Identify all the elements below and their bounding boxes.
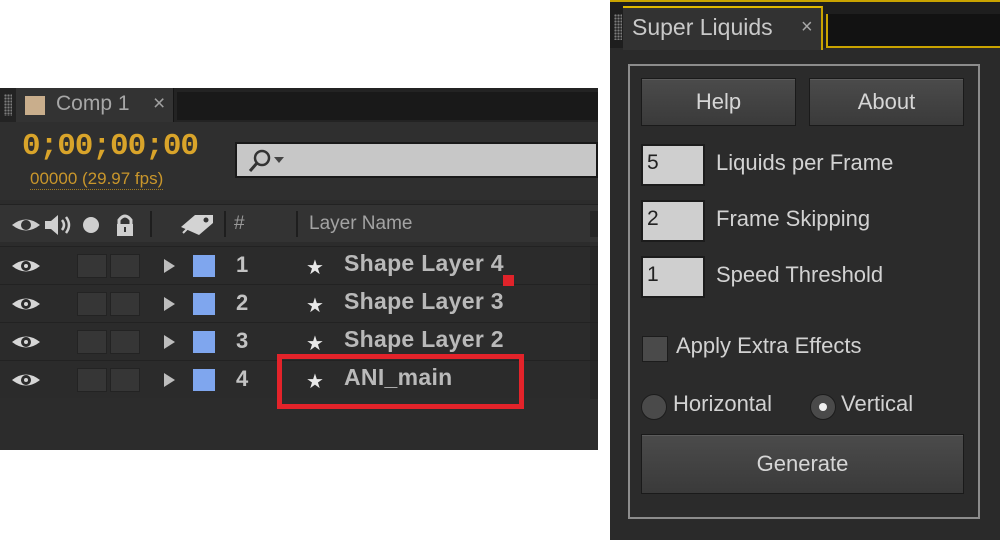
shape-layer-star-icon: ★ <box>306 257 324 279</box>
liquids-per-frame-field[interactable]: 5 <box>641 144 705 186</box>
column-header-layer-name[interactable]: Layer Name <box>309 213 413 235</box>
layer-name[interactable]: Shape Layer 4 <box>344 250 504 277</box>
layer-label-color[interactable] <box>193 369 215 391</box>
timeline-tab-bar: Comp 1 × <box>0 88 598 122</box>
tab-super-liquids[interactable]: Super Liquids × <box>623 6 823 50</box>
layer-name[interactable]: Shape Layer 2 <box>344 326 504 353</box>
search-icon[interactable] <box>247 148 287 174</box>
generate-button[interactable]: Generate <box>641 434 964 494</box>
layer-number: 1 <box>236 252 249 277</box>
help-button[interactable]: Help <box>641 78 796 126</box>
layer-label-color[interactable] <box>193 255 215 277</box>
panel-tab-bar: Super Liquids × <box>610 0 1000 50</box>
layer-label-color[interactable] <box>193 331 215 353</box>
visibility-eye-icon[interactable] <box>10 213 42 237</box>
expand-arrow-icon[interactable] <box>164 259 175 273</box>
column-divider[interactable] <box>150 211 152 237</box>
frame-skipping-field[interactable]: 2 <box>641 200 705 242</box>
tab-comp-1[interactable]: Comp 1 × <box>16 88 174 122</box>
layer-number: 4 <box>236 366 249 391</box>
frame-count: 00000 (29.97 fps) <box>30 169 164 190</box>
tab-close-icon[interactable]: × <box>153 92 165 116</box>
tab-bar-empty-area <box>826 14 1000 48</box>
row-end <box>590 361 598 399</box>
layer-column-header: # Layer Name <box>0 204 598 242</box>
row-end <box>590 323 598 361</box>
timeline-panel: Comp 1 × 0;00;00;00 00000 (29.97 fps) # … <box>0 88 598 450</box>
apply-extra-effects-label[interactable]: Apply Extra Effects <box>676 333 861 359</box>
current-timecode[interactable]: 0;00;00;00 <box>22 129 199 164</box>
solo-switch[interactable] <box>77 330 107 354</box>
solo-switch[interactable] <box>77 368 107 392</box>
shape-layer-star-icon: ★ <box>306 333 324 355</box>
visibility-eye-icon[interactable] <box>10 369 42 391</box>
label-tag-icon[interactable] <box>179 213 215 237</box>
panel-body: Help About 5 Liquids per Frame 2 Frame S… <box>628 64 980 519</box>
timeline-controls: 0;00;00;00 00000 (29.97 fps) <box>0 122 598 200</box>
layer-number: 3 <box>236 328 249 353</box>
tab-label: Comp 1 <box>56 92 130 115</box>
speed-threshold-field[interactable]: 1 <box>641 256 705 298</box>
row-end <box>590 285 598 323</box>
lock-switch[interactable] <box>110 330 140 354</box>
column-divider[interactable] <box>296 211 298 237</box>
panel-grip-handle[interactable] <box>614 14 622 40</box>
panel-title: Super Liquids <box>632 14 773 40</box>
comp-color-swatch <box>25 96 45 115</box>
solo-switch[interactable] <box>77 292 107 316</box>
highlight-annotation-box <box>277 354 524 409</box>
layer-name[interactable]: Shape Layer 3 <box>344 288 504 315</box>
visibility-eye-icon[interactable] <box>10 331 42 353</box>
panel-grip-handle[interactable] <box>4 94 12 116</box>
lock-switch[interactable] <box>110 254 140 278</box>
expand-arrow-icon[interactable] <box>164 297 175 311</box>
visibility-eye-icon[interactable] <box>10 255 42 277</box>
about-button[interactable]: About <box>809 78 964 126</box>
visibility-eye-icon[interactable] <box>10 293 42 315</box>
liquids-per-frame-label: Liquids per Frame <box>716 150 894 175</box>
horizontal-radio[interactable] <box>641 394 667 420</box>
solo-switch[interactable] <box>77 254 107 278</box>
layer-label-color[interactable] <box>193 293 215 315</box>
column-header-end <box>590 211 598 237</box>
apply-extra-effects-checkbox[interactable] <box>642 336 668 362</box>
layer-search-input[interactable] <box>235 142 598 178</box>
vertical-radio-label[interactable]: Vertical <box>841 391 913 417</box>
row-end <box>590 247 598 285</box>
lock-icon[interactable] <box>114 213 136 237</box>
red-marker <box>503 275 514 286</box>
vertical-radio[interactable] <box>810 394 836 420</box>
super-liquids-panel: Super Liquids × Help About 5 Liquids per… <box>610 0 1000 540</box>
tab-bar-empty-area <box>177 92 598 120</box>
shape-layer-star-icon: ★ <box>306 295 324 317</box>
layer-row[interactable]: 2 ★ Shape Layer 3 <box>0 284 598 323</box>
lock-switch[interactable] <box>110 292 140 316</box>
solo-dot-icon[interactable] <box>80 213 102 237</box>
speed-threshold-label: Speed Threshold <box>716 262 884 287</box>
audio-speaker-icon[interactable] <box>42 213 72 237</box>
expand-arrow-icon[interactable] <box>164 373 175 387</box>
horizontal-radio-label[interactable]: Horizontal <box>673 391 772 417</box>
column-header-number[interactable]: # <box>234 213 245 235</box>
column-divider[interactable] <box>224 211 226 237</box>
expand-arrow-icon[interactable] <box>164 335 175 349</box>
lock-switch[interactable] <box>110 368 140 392</box>
layer-number: 2 <box>236 290 249 315</box>
close-icon[interactable]: × <box>801 16 813 39</box>
frame-skipping-label: Frame Skipping <box>716 206 871 231</box>
radio-selected-dot <box>819 403 827 411</box>
